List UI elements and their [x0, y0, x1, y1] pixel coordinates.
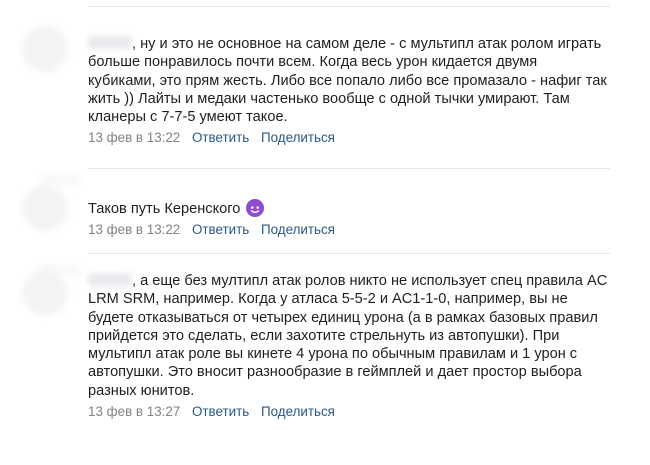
comment-meta: 13 фев в 13:27 Ответить Поделиться [88, 403, 608, 420]
comment-meta: 13 фев в 13:22 Ответить Поделиться [88, 221, 608, 238]
comment-item: Таков путь Керенского 13 фев в 13:22 Отв… [88, 199, 608, 238]
comment-meta: 13 фев в 13:22 Ответить Поделиться [88, 129, 608, 146]
collapsed-hint [40, 176, 80, 184]
reply-link[interactable]: Ответить [192, 222, 249, 237]
author-name[interactable] [88, 36, 132, 49]
comment-item: , ну и это не основное на самом деле - с… [88, 35, 608, 146]
comment-item: , а еще без мултипл атак ролов никто не … [88, 272, 608, 420]
share-link[interactable]: Поделиться [261, 222, 335, 237]
reply-link[interactable]: Ответить [192, 130, 249, 145]
comment-text: , а еще без мултипл атак ролов никто не … [88, 273, 608, 399]
reply-link[interactable]: Ответить [192, 404, 249, 419]
avatar[interactable] [22, 270, 68, 316]
comment-thread: , ну и это не основное на самом деле - с… [0, 0, 650, 465]
comment-date[interactable]: 13 фев в 13:27 [88, 404, 180, 419]
comment-separator [88, 253, 610, 254]
author-name[interactable] [88, 273, 132, 286]
share-link[interactable]: Поделиться [261, 130, 335, 145]
share-link[interactable]: Поделиться [261, 404, 335, 419]
smiling-imp-emoji-icon [246, 199, 265, 217]
comment-date[interactable]: 13 фев в 13:22 [88, 222, 180, 237]
comment-separator [88, 168, 610, 169]
comment-date[interactable]: 13 фев в 13:22 [88, 130, 180, 145]
avatar[interactable] [22, 26, 68, 72]
comment-text: Таков путь Керенского [88, 199, 608, 218]
comment-separator [88, 6, 610, 7]
comment-text: , ну и это не основное на самом деле - с… [88, 36, 607, 126]
avatar[interactable] [22, 185, 68, 231]
